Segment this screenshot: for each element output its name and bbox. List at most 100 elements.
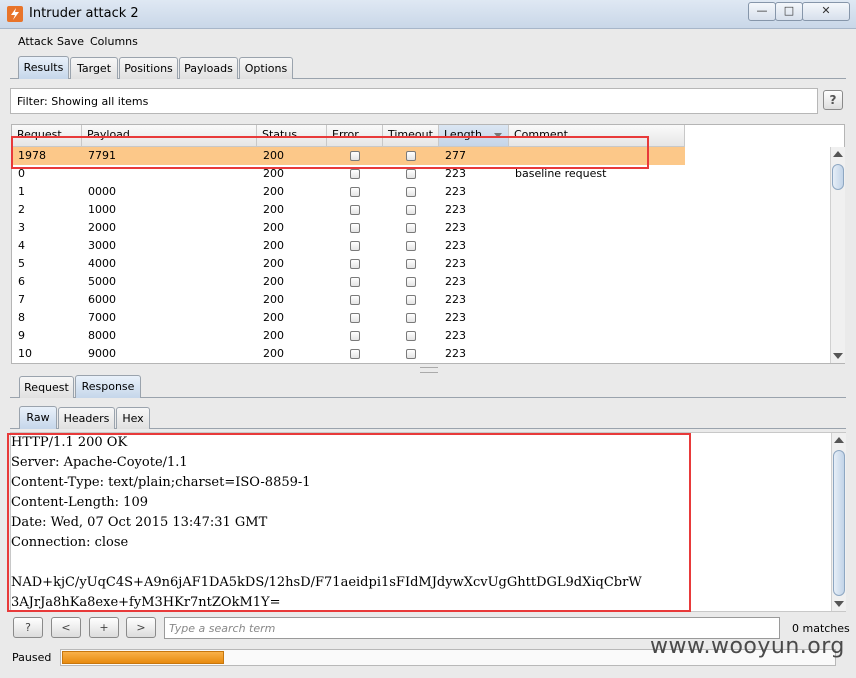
response-scrollbar[interactable] [831,433,846,611]
table-row[interactable]: 9 8000 200 223 [12,327,685,345]
response-line: Content-Length: 109 [11,495,148,510]
tab-payloads[interactable]: Payloads [179,57,238,79]
cell-comment [509,291,515,309]
cell-payload: 0000 [88,185,116,198]
scroll-down-icon[interactable] [834,601,844,607]
column-header-request[interactable]: Request [12,125,82,147]
timeout-checkbox [406,331,416,341]
burp-logo-icon [7,6,23,22]
table-row[interactable]: 0 200 223 baseline request [12,165,685,183]
table-row[interactable]: 7 6000 200 223 [12,291,685,309]
column-header-timeout[interactable]: Timeout [383,125,439,147]
tab-target[interactable]: Target [70,57,118,79]
cell-request: 10 [18,347,32,360]
tab-request[interactable]: Request [19,376,74,398]
tab-hex[interactable]: Hex [116,407,150,429]
minimize-button[interactable]: — [748,2,776,21]
cell-length: 223 [445,221,466,234]
cell-request: 0 [18,167,25,180]
cell-payload: 3000 [88,239,116,252]
cell-payload: 2000 [88,221,116,234]
cell-status: 200 [263,311,284,324]
cell-comment [509,201,515,219]
cell-status: 200 [263,185,284,198]
table-row[interactable]: 1 0000 200 223 [12,183,685,201]
maximize-button[interactable]: □ [775,2,803,21]
tab-headers[interactable]: Headers [58,407,115,429]
search-help-button[interactable]: ? [13,617,43,638]
cell-payload [82,165,88,183]
split-pane-handle[interactable] [420,367,438,373]
search-add-button[interactable]: + [89,617,119,638]
cell-comment [509,147,515,165]
cell-status: 200 [263,221,284,234]
timeout-checkbox [406,259,416,269]
sort-descending-icon [494,133,502,138]
error-checkbox [350,151,360,161]
cell-length: 223 [445,311,466,324]
progress-fill [62,651,224,664]
cell-length: 223 [445,275,466,288]
cell-length: 223 [445,185,466,198]
tab-results[interactable]: Results [18,56,69,79]
table-row[interactable]: 1978 7791 200 277 [12,147,685,165]
tab-response[interactable]: Response [75,375,141,398]
search-next-button[interactable]: > [126,617,156,638]
column-header-payload[interactable]: Payload [82,125,257,147]
cell-comment [509,255,515,273]
column-header-error[interactable]: Error [327,125,383,147]
response-line: Date: Wed, 07 Oct 2015 13:47:31 GMT [11,515,268,530]
column-header-status[interactable]: Status [257,125,327,147]
tab-raw[interactable]: Raw [19,406,57,429]
cell-request: 1978 [18,149,46,162]
cell-comment [509,219,515,237]
timeout-checkbox [406,313,416,323]
error-checkbox [350,187,360,197]
cell-request: 8 [18,311,25,324]
cell-comment [509,327,515,345]
cell-request: 4 [18,239,25,252]
table-row[interactable]: 5 4000 200 223 [12,255,685,273]
menu-columns[interactable]: Columns [90,35,138,48]
cell-comment [509,237,515,255]
menu-attack[interactable]: Attack [18,35,53,48]
table-row[interactable]: 6 5000 200 223 [12,273,685,291]
tab-positions[interactable]: Positions [119,57,178,79]
table-body: 1978 7791 200 277 0 200 223 baseline request 1 00… [12,147,685,363]
cell-status: 200 [263,167,284,180]
error-checkbox [350,259,360,269]
timeout-checkbox [406,277,416,287]
menu-save[interactable]: Save [57,35,84,48]
window-title: Intruder attack 2 [29,6,139,21]
table-row[interactable]: 2 1000 200 223 [12,201,685,219]
search-previous-button[interactable]: < [51,617,81,638]
timeout-checkbox [406,295,416,305]
table-row[interactable]: 10 9000 200 223 [12,345,685,363]
table-row[interactable]: 8 7000 200 223 [12,309,685,327]
filter-help-button[interactable]: ? [823,90,843,110]
error-checkbox [350,295,360,305]
tab-options[interactable]: Options [239,57,293,79]
cell-status: 200 [263,329,284,342]
column-header-comment[interactable]: Comment [509,125,685,147]
cell-payload: 7000 [88,311,116,324]
close-button[interactable]: ✕ [802,2,850,21]
table-scrollbar[interactable] [830,147,845,363]
timeout-checkbox [406,223,416,233]
error-checkbox [350,169,360,179]
table-row[interactable]: 3 2000 200 223 [12,219,685,237]
table-scroll-thumb[interactable] [832,164,844,190]
scroll-up-icon[interactable] [833,151,843,157]
cell-request: 9 [18,329,25,342]
table-row[interactable]: 4 3000 200 223 [12,237,685,255]
cell-status: 200 [263,149,284,162]
column-header-length[interactable]: Length [439,125,509,147]
cell-comment [509,273,515,291]
response-scroll-thumb[interactable] [833,450,845,596]
cell-comment [509,309,515,327]
error-checkbox [350,241,360,251]
watermark-text: www.wooyun.org [650,634,845,659]
cell-length: 223 [445,203,466,216]
scroll-up-icon[interactable] [834,437,844,443]
scroll-down-icon[interactable] [833,353,843,359]
